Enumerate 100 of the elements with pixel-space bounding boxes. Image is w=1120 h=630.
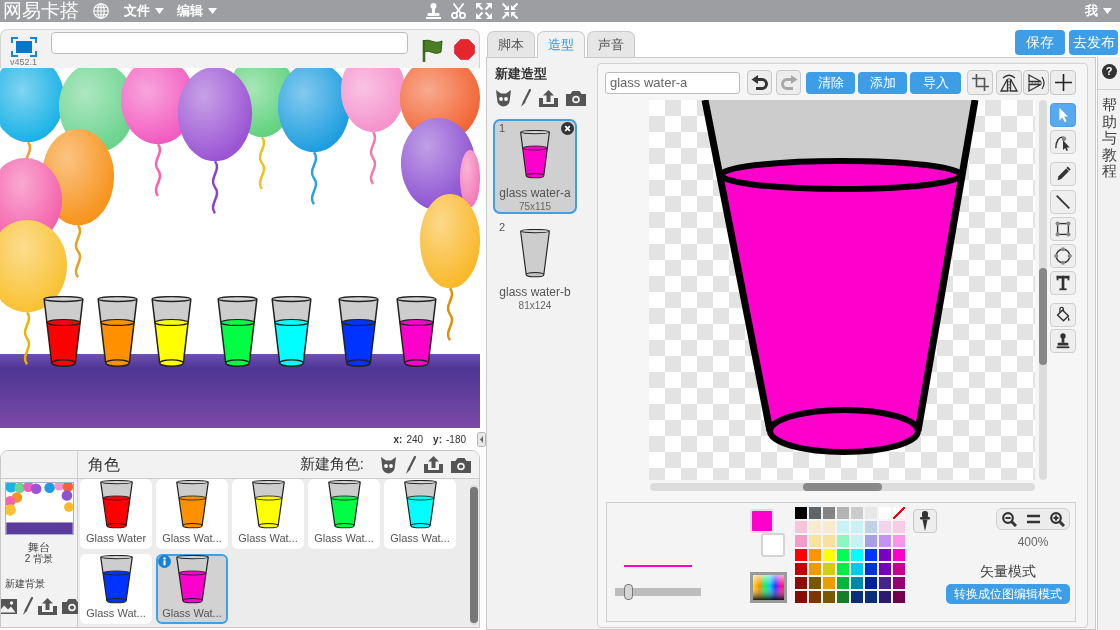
color-swatch[interactable] [823,521,835,533]
color-swatch[interactable] [879,591,891,603]
eyedropper-button[interactable] [913,509,937,533]
no-color-swatch[interactable] [893,507,905,519]
glass-sprite[interactable] [339,296,378,367]
scrollbar[interactable] [1039,100,1047,480]
site-logo[interactable]: 网易卡搭 [3,0,79,22]
fullscreen-icon[interactable] [10,37,37,57]
color-swatch[interactable] [851,563,863,575]
slider-thumb[interactable] [624,584,634,600]
glass-sprite[interactable] [152,296,191,367]
character-head-icon[interactable] [380,455,397,474]
color-swatch[interactable] [809,521,821,533]
color-swatch[interactable] [837,535,849,547]
color-swatch[interactable] [879,563,891,575]
pencil-tool[interactable] [1050,162,1076,186]
action-button[interactable]: 清除 [806,71,855,94]
tab[interactable]: 脚本 [487,31,535,57]
scrollbar[interactable] [650,483,1035,491]
color-swatch[interactable] [893,591,905,603]
color-swatch[interactable] [809,535,821,547]
undo-button[interactable] [747,70,772,95]
globe-icon[interactable] [93,3,109,19]
camera-icon[interactable] [451,456,471,473]
fill-tool[interactable] [1050,303,1076,327]
costume-item[interactable]: 1 glass water-a 75x115 [493,119,577,214]
project-title-field[interactable] [51,32,409,54]
color-swatch[interactable] [893,549,905,561]
costume-item[interactable]: 2 glass water-b 81x124 [493,218,577,313]
menu-button[interactable]: 编辑 [177,3,217,19]
grow-arrows-icon[interactable] [476,3,492,19]
drawing-canvas[interactable] [649,100,1035,480]
color-swatch[interactable] [795,591,807,603]
color-swatch[interactable] [893,577,905,589]
sprite-tile[interactable]: Glass Wat... [80,554,152,624]
brush-icon[interactable] [405,455,416,474]
color-swatch[interactable] [865,563,877,575]
color-swatch[interactable] [795,535,807,547]
help-label[interactable]: 帮助与教程 [1101,97,1117,180]
glass-drawing[interactable] [701,100,979,455]
glass-sprite[interactable] [98,296,137,367]
brush-icon[interactable] [21,597,33,615]
color-swatch[interactable] [809,563,821,575]
tab[interactable]: 声音 [587,31,635,57]
brush-icon[interactable] [520,89,531,107]
color-swatch[interactable] [865,577,877,589]
upload-icon[interactable] [424,456,443,473]
upload-icon[interactable] [539,89,558,107]
color-swatch[interactable] [837,591,849,603]
delete-icon[interactable] [561,122,574,135]
stamp-icon[interactable] [426,3,441,19]
action-button[interactable]: 添加 [858,71,907,94]
color-swatch[interactable] [879,577,891,589]
rectangle-tool[interactable] [1050,217,1076,241]
glass-sprite[interactable] [397,296,436,367]
shrink-arrows-icon[interactable] [502,3,518,19]
color-swatch[interactable] [837,521,849,533]
color-swatch[interactable] [809,591,821,603]
color-swatch[interactable] [795,577,807,589]
color-swatch[interactable] [823,549,835,561]
color-swatch[interactable] [893,563,905,575]
color-swatch[interactable] [809,507,821,519]
stop-icon[interactable] [454,39,476,60]
flag-icon[interactable] [421,38,444,62]
color-swatch[interactable] [823,535,835,547]
color-swatch[interactable] [823,591,835,603]
color-swatch[interactable] [837,507,849,519]
color-swatch[interactable] [809,577,821,589]
flip-vertical-button[interactable] [1023,70,1049,95]
scissors-icon[interactable] [451,3,466,19]
sprite-tile[interactable]: Glass Water [80,479,152,549]
color-swatch[interactable] [851,577,863,589]
ellipse-tool[interactable] [1050,244,1076,268]
info-icon[interactable] [158,555,171,568]
character-head-icon[interactable] [495,89,512,107]
color-swatch[interactable] [879,521,891,533]
color-swatch[interactable] [795,507,807,519]
color-swatch[interactable] [893,521,905,533]
tab[interactable]: 造型 [537,31,585,58]
color-swatch[interactable] [837,563,849,575]
color-swatch[interactable] [851,521,863,533]
fill-color-swatch[interactable] [750,509,774,533]
background-color-swatch[interactable] [761,533,785,557]
line-tool[interactable] [1050,190,1076,214]
user-menu-button[interactable]: 我 [1085,3,1112,19]
text-tool[interactable] [1050,271,1076,295]
flip-horizontal-button[interactable] [996,70,1022,95]
convert-to-bitmap-button[interactable]: 转换成位图编辑模式 [946,584,1070,604]
color-swatch[interactable] [879,549,891,561]
sprite-tile[interactable]: Glass Wat... [384,479,456,549]
reshape-tool[interactable] [1050,130,1076,154]
color-swatch[interactable] [795,563,807,575]
glass-sprite[interactable] [272,296,311,367]
save-button[interactable]: 保存 [1015,30,1065,55]
color-swatch[interactable] [795,549,807,561]
costume-name-field[interactable]: glass water-a [605,71,740,94]
sprite-tile[interactable]: Glass Wat... [308,479,380,549]
action-button[interactable]: 导入 [910,71,961,94]
publish-button[interactable]: 去发布 [1069,30,1118,55]
sprite-tile[interactable]: Glass Wat... [156,554,228,624]
